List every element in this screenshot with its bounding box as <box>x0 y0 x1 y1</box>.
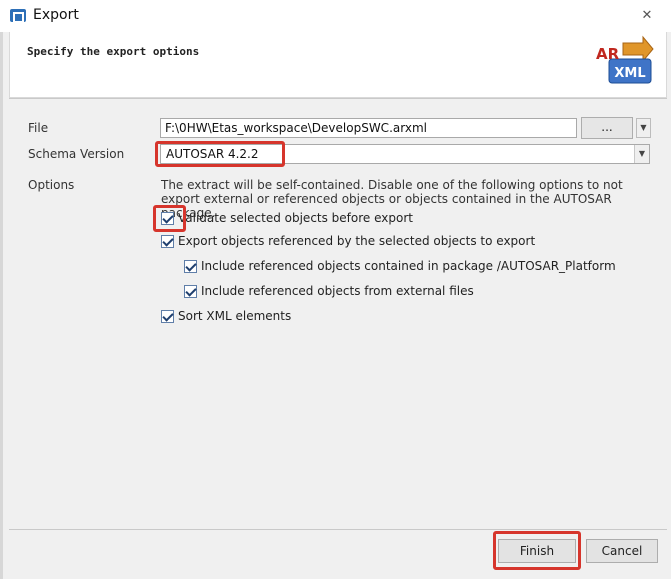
chevron-down-icon[interactable]: ▼ <box>634 145 649 163</box>
schema-version-label: Schema Version <box>28 147 125 161</box>
banner-divider <box>9 98 667 99</box>
checkbox-include-external-label: Include referenced objects from external… <box>201 284 474 298</box>
highlight-validate-checkbox <box>153 205 186 232</box>
cancel-button[interactable]: Cancel <box>586 539 658 563</box>
window-border <box>0 32 3 579</box>
browse-dropdown-icon[interactable]: ▼ <box>636 118 651 138</box>
checkbox-checked-icon[interactable] <box>184 285 197 298</box>
close-button[interactable]: ✕ <box>634 6 660 26</box>
arxml-logo-icon: XML AR <box>596 35 654 84</box>
checkbox-checked-icon[interactable] <box>161 310 174 323</box>
checkbox-sort-xml-label: Sort XML elements <box>178 309 292 323</box>
options-label: Options <box>28 178 75 192</box>
file-label: File <box>28 121 49 135</box>
highlight-schema-version <box>155 141 285 167</box>
checkbox-checked-icon[interactable] <box>161 235 174 248</box>
highlight-finish-button <box>493 531 581 570</box>
dialog-banner: Specify the export options XML AR <box>9 32 667 98</box>
banner-description: Specify the export options <box>27 45 200 58</box>
footer-divider <box>9 529 667 530</box>
checkbox-include-platform-label: Include referenced objects contained in … <box>201 259 616 273</box>
logo-text-xml: XML <box>614 66 645 81</box>
logo-text-ar: AR <box>596 45 620 63</box>
checkbox-checked-icon[interactable] <box>184 260 197 273</box>
file-path-input[interactable]: F:\0HW\Etas_workspace\DevelopSWC.arxml <box>160 118 577 138</box>
window-title: Export <box>33 7 79 23</box>
checkbox-export-referenced-label: Export objects referenced by the selecte… <box>178 234 536 248</box>
app-icon <box>10 9 26 23</box>
browse-button[interactable]: ... <box>581 117 633 139</box>
checkbox-validate-label: Validate selected objects before export <box>178 211 413 225</box>
title-bar: Export ✕ <box>0 0 671 32</box>
